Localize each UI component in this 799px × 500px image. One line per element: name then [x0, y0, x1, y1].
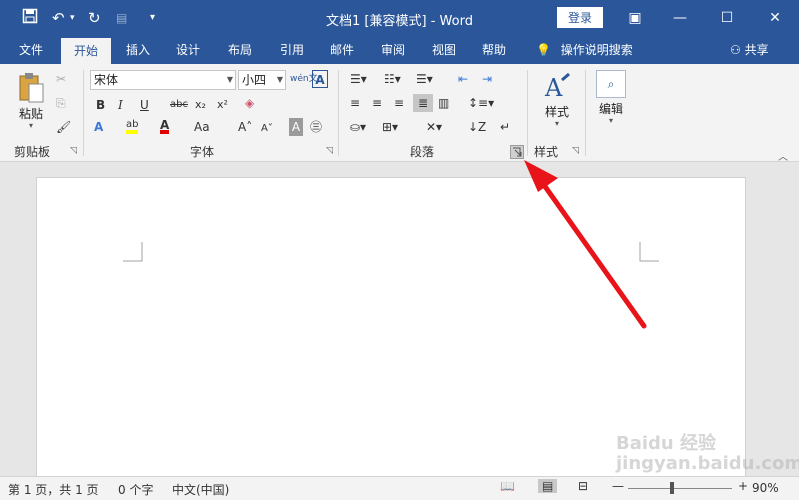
- language[interactable]: 中文(中国): [172, 481, 229, 498]
- status-bar: 第 1 页，共 1 页 0 个字 中文(中国) 📖 ▤ ⊟ — + 90%: [0, 476, 799, 500]
- zoom-in-icon[interactable]: +: [738, 479, 748, 493]
- watermark: Baidu 经验 jingyan.baidu.com: [616, 433, 799, 474]
- print-layout-icon[interactable]: ▤: [538, 479, 558, 493]
- web-layout-icon[interactable]: ⊟: [578, 479, 588, 493]
- annotation-arrow: [524, 160, 647, 329]
- page-count[interactable]: 第 1 页，共 1 页: [8, 481, 99, 498]
- zoom-out-icon[interactable]: —: [612, 479, 624, 493]
- word-window: ↶ ▾ ↻ ▤ ▾ 文档1 [兼容模式] - Word 登录 ▣ — ☐ ✕ 文…: [0, 0, 799, 500]
- word-count[interactable]: 0 个字: [118, 481, 153, 498]
- zoom-level[interactable]: 90%: [752, 481, 779, 495]
- read-mode-icon[interactable]: 📖: [500, 479, 515, 493]
- zoom-slider-thumb[interactable]: [670, 482, 674, 494]
- zoom-slider[interactable]: [628, 482, 732, 494]
